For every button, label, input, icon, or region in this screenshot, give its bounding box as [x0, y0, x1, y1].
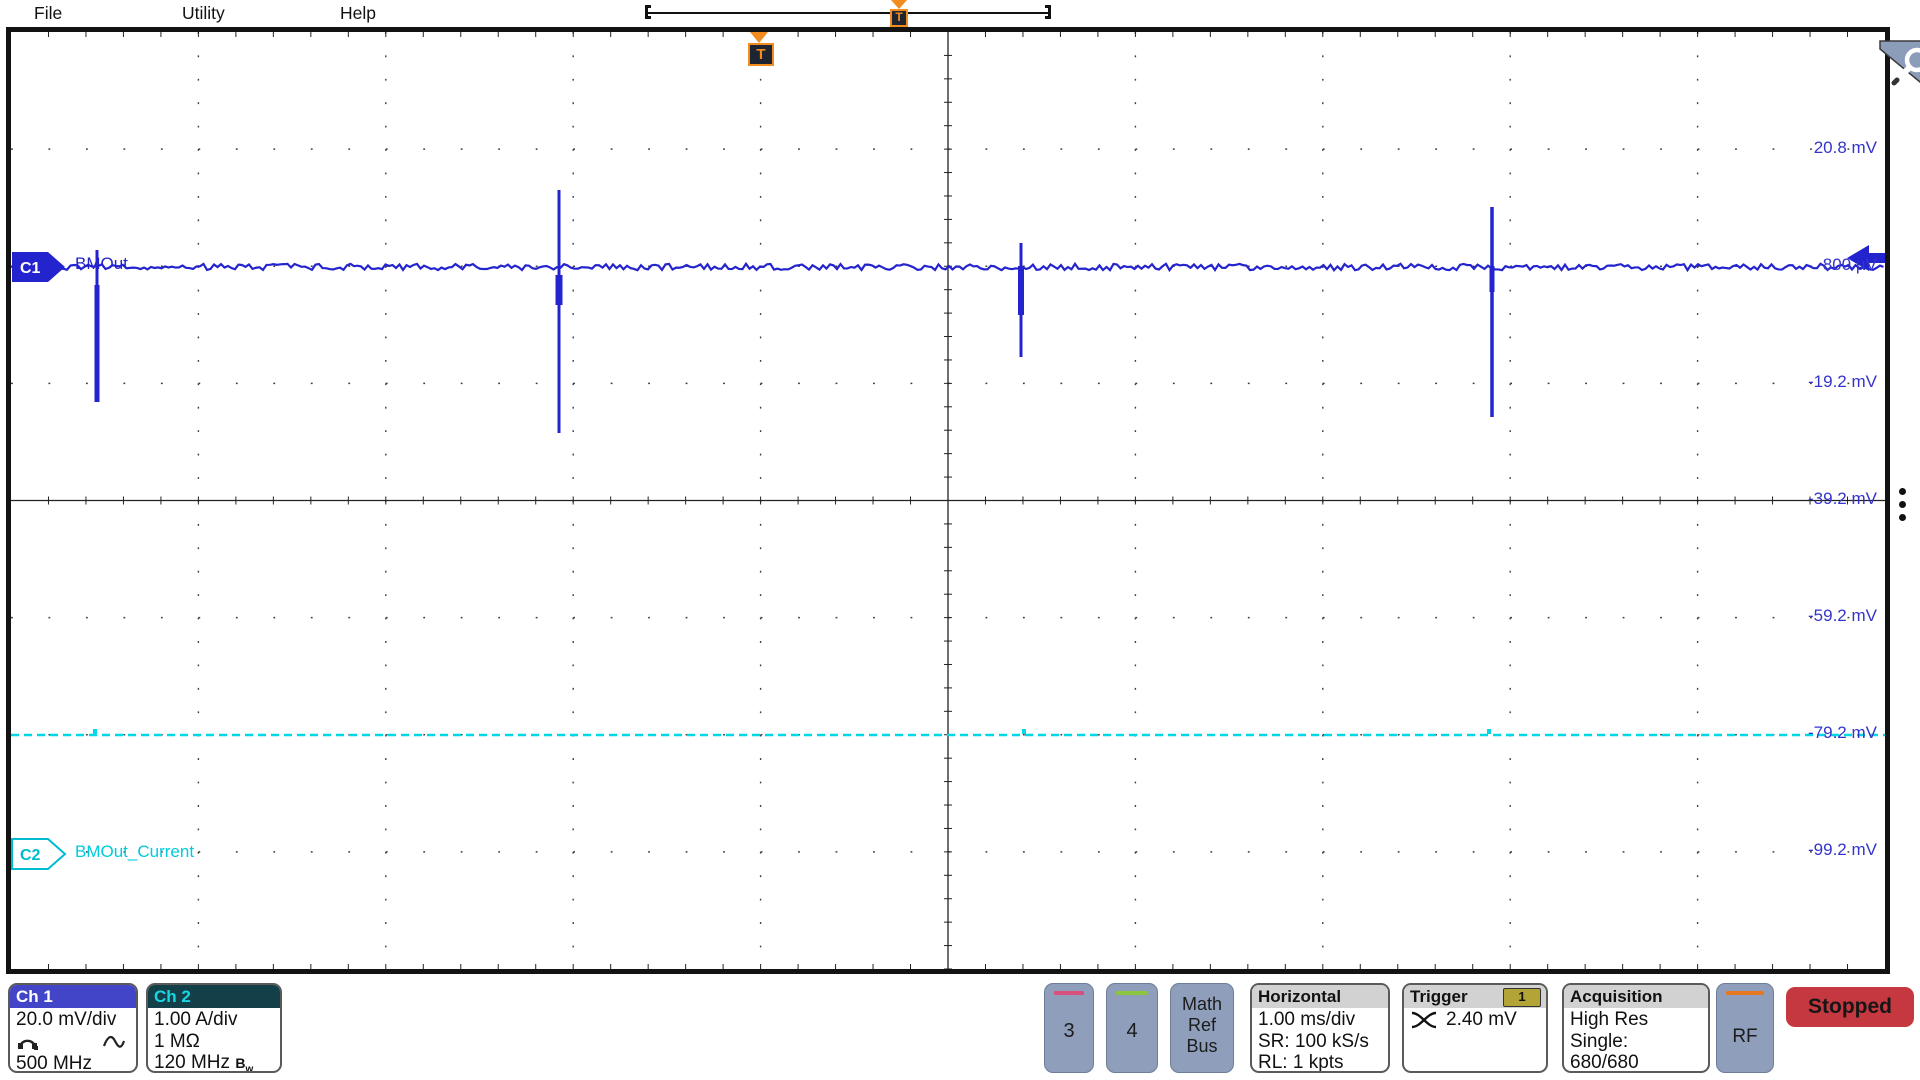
sample-rate: SR: 100 kS/s [1258, 1030, 1369, 1052]
rf-button[interactable]: RF [1716, 983, 1774, 1073]
channel-1-header: Ch 1 [10, 985, 136, 1008]
trigger-triangle-icon [750, 32, 768, 43]
side-drawer-handle[interactable] [1899, 488, 1906, 527]
acquisition-header: Acquisition [1564, 985, 1708, 1008]
overview-trigger-marker[interactable]: T [890, 0, 908, 27]
waveform-canvas [11, 32, 1885, 969]
channel-3-color-bar [1054, 991, 1084, 995]
channel-1-settings-button[interactable]: Ch 1 20.0 mV/div 500 MHz [8, 983, 138, 1073]
channel-1-scale: 20.0 mV/div [16, 1009, 117, 1030]
scale-label: -99.2 mV [1808, 840, 1877, 859]
channel-4-button[interactable]: 4 [1106, 983, 1158, 1073]
channel-1-bandwidth: 500 MHz [16, 1052, 93, 1073]
acquisition-mode: High Res [1570, 1009, 1649, 1030]
acquisition-settings-button[interactable]: Acquisition High Res Single: 680/680 [1562, 983, 1710, 1073]
trigger-settings-button[interactable]: Trigger 1 2.40 mV [1402, 983, 1548, 1073]
scale-label: 20.8 mV [1813, 138, 1877, 157]
trigger-t-icon: T [890, 9, 908, 27]
channel-3-button[interactable]: 3 [1044, 983, 1094, 1073]
trigger-level: 2.40 mV [1446, 1009, 1517, 1031]
channel-2-impedance: 1 MΩ [154, 1030, 200, 1052]
trigger-t-icon: T [748, 43, 774, 66]
math-label: Math [1181, 994, 1223, 1014]
math-ref-bus-button[interactable]: Math Ref Bus [1170, 983, 1234, 1073]
channel-4-color-bar [1116, 991, 1148, 995]
bandwidth-limit-icon: Bw [235, 1055, 254, 1073]
trigger-triangle-icon [891, 0, 907, 9]
scale-label: 800 µV [1822, 255, 1877, 274]
footer-bar: Ch 1 20.0 mV/div 500 MHz Ch 2 1.00 A/div… [0, 979, 1920, 1080]
menu-utility[interactable]: Utility [182, 3, 225, 24]
coupling-waveform-icon [102, 1035, 126, 1048]
channel-4-label: 4 [1126, 1020, 1138, 1042]
acquisition-status-badge[interactable]: Stopped [1786, 987, 1914, 1027]
overview-right-bracket[interactable] [1045, 5, 1051, 19]
trigger-header: Trigger 1 [1404, 985, 1546, 1008]
channel-2-label: BMOut_Current [75, 842, 195, 861]
ref-label: Ref [1187, 1015, 1216, 1035]
rf-color-bar [1726, 991, 1764, 995]
channel-2-scale: 1.00 A/div [154, 1009, 238, 1030]
channel-1-label: BMOut [75, 254, 128, 273]
rf-label: RF [1732, 1026, 1758, 1047]
overview-line [648, 12, 1048, 14]
horizontal-settings-button[interactable]: Horizontal 1.00 ms/div SR: 100 kS/s RL: … [1250, 983, 1390, 1073]
bus-label: Bus [1186, 1036, 1218, 1056]
scale-label: -19.2 mV [1808, 372, 1877, 391]
svg-text:C2: C2 [20, 847, 41, 864]
either-edge-trigger-icon [1411, 1011, 1437, 1029]
trigger-position-marker[interactable]: T [748, 32, 774, 66]
channel-2-settings-button[interactable]: Ch 2 1.00 A/div 1 MΩ 120 MHz Bw [146, 983, 282, 1073]
menu-help[interactable]: Help [340, 3, 376, 24]
svg-text:C1: C1 [20, 260, 41, 277]
channel-2-bandwidth: 120 MHz Bw [154, 1052, 254, 1073]
probe-icon [18, 1039, 38, 1050]
oscilloscope-screen: File Utility Help T 20.8 mV 800 µV -19.2… [0, 0, 1920, 1080]
channel-2-header: Ch 2 [148, 985, 280, 1008]
scale-label: -79.2 mV [1808, 723, 1877, 742]
scale-label: -59.2 mV [1808, 606, 1877, 625]
waveform-display-area[interactable]: 20.8 mV 800 µV -19.2 mV -39.2 mV -59.2 m… [6, 27, 1920, 974]
acquisition-count: 680/680 [1570, 1052, 1639, 1073]
horizontal-header: Horizontal [1252, 985, 1388, 1008]
record-length: RL: 1 kpts [1258, 1052, 1344, 1073]
trigger-source-badge: 1 [1503, 988, 1541, 1007]
channel-3-label: 3 [1063, 1020, 1075, 1042]
menu-bar: File Utility Help T [0, 0, 1920, 27]
menu-file[interactable]: File [34, 3, 62, 24]
scale-label: -39.2 mV [1808, 489, 1877, 508]
overview-left-bracket[interactable] [645, 5, 651, 19]
acquisition-single: Single: [1570, 1030, 1629, 1052]
horizontal-scale: 1.00 ms/div [1258, 1009, 1356, 1030]
